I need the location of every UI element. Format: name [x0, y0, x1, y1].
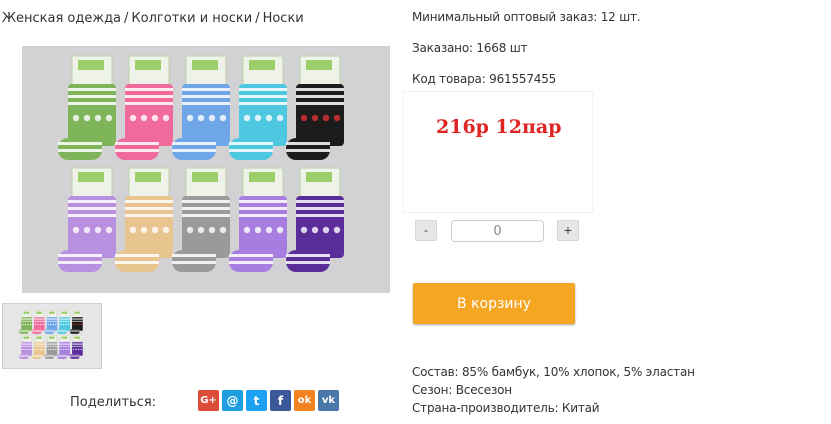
google-plus-icon: G+ — [200, 395, 217, 406]
sock-pair — [69, 310, 83, 334]
sock-pair — [19, 335, 32, 359]
sock-pair — [286, 55, 344, 160]
sock-pair — [58, 55, 116, 160]
breadcrumb-separator: / — [124, 11, 129, 26]
socks-photo — [58, 55, 344, 272]
socks-thumbnail-image — [19, 310, 83, 359]
sock-pair — [286, 167, 344, 272]
twitter-share-button[interactable]: t — [246, 390, 267, 411]
price-box: 216р 12пар — [404, 92, 592, 212]
country-text: Страна-производитель: Китай — [412, 401, 600, 415]
breadcrumb-link-tights-socks[interactable]: Колготки и носки — [131, 11, 252, 26]
sock-pair — [57, 310, 71, 334]
product-code-text: Код товара: 961557455 — [412, 72, 557, 86]
share-buttons: G+ @ t f ok vk — [198, 390, 339, 411]
sock-pair — [31, 335, 45, 359]
email-share-button[interactable]: @ — [222, 390, 243, 411]
google-plus-share-button[interactable]: G+ — [198, 390, 219, 411]
sock-pair — [57, 335, 71, 359]
quantity-decrease-button[interactable]: - — [415, 220, 437, 241]
quantity-increase-button[interactable]: + — [557, 220, 579, 241]
min-order-text: Минимальный оптовый заказ: 12 шт. — [412, 10, 641, 24]
sock-pair — [229, 55, 287, 160]
ordered-count-text: Заказано: 1668 шт — [412, 41, 528, 55]
vk-icon: vk — [321, 395, 336, 406]
add-to-cart-button[interactable]: В корзину — [413, 283, 575, 324]
odnoklassniki-icon: ok — [297, 395, 312, 406]
season-text: Сезон: Всесезон — [412, 383, 512, 397]
sock-pair — [172, 167, 230, 272]
sock-pair — [31, 310, 45, 334]
breadcrumb-separator: / — [255, 11, 260, 26]
sock-pair — [44, 310, 58, 334]
product-thumbnail[interactable] — [2, 303, 102, 369]
share-label: Поделиться: — [70, 395, 157, 410]
sock-pair — [172, 55, 230, 160]
breadcrumb-link-womens-clothing[interactable]: Женская одежда — [2, 11, 121, 26]
facebook-share-button[interactable]: f — [270, 390, 291, 411]
sock-pair — [19, 310, 32, 334]
breadcrumb: Женская одежда / Колготки и носки / Носки — [2, 11, 304, 26]
sock-pair — [115, 55, 173, 160]
odnoklassniki-share-button[interactable]: ok — [294, 390, 315, 411]
composition-text: Состав: 85% бамбук, 10% хлопок, 5% эласт… — [412, 365, 695, 379]
twitter-icon: t — [253, 393, 260, 408]
sock-pair — [44, 335, 58, 359]
sock-pair — [58, 167, 116, 272]
price-text: 216р 12пар — [436, 116, 562, 138]
sock-pair — [229, 167, 287, 272]
product-main-image[interactable] — [22, 46, 390, 293]
facebook-icon: f — [277, 393, 284, 408]
email-icon: @ — [226, 393, 239, 408]
vk-share-button[interactable]: vk — [318, 390, 339, 411]
breadcrumb-link-socks[interactable]: Носки — [263, 11, 304, 26]
sock-pair — [115, 167, 173, 272]
sock-pair — [69, 335, 83, 359]
quantity-input[interactable] — [451, 220, 544, 242]
